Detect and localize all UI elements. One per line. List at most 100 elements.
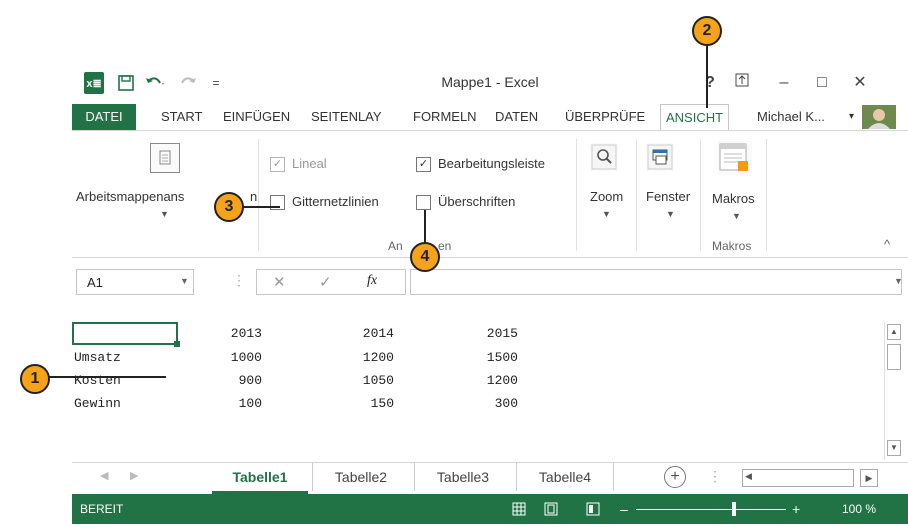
workbook-views-icon[interactable]: [150, 143, 180, 173]
formula-buttons: ✕ ✓ fx: [256, 269, 406, 295]
show-group-label-tail: en: [438, 239, 452, 253]
more-icon: ⋮: [708, 468, 722, 484]
tab-file[interactable]: DATEI: [72, 104, 136, 130]
sheet-tab-3[interactable]: Tabelle3: [414, 463, 511, 491]
callout-line: [424, 210, 426, 246]
zoom-in-icon[interactable]: +: [792, 494, 800, 524]
sheet-tab-1[interactable]: Tabelle1: [212, 463, 308, 494]
page-layout-view-icon[interactable]: [544, 494, 558, 524]
tab-data[interactable]: DATEN: [490, 104, 543, 130]
tab-review[interactable]: ÜBERPRÜFE: [560, 104, 650, 130]
gridlines-label: Gitternetzlinien: [292, 194, 379, 209]
sheet-tab-4[interactable]: Tabelle4: [516, 463, 614, 491]
grid-cell[interactable]: 2014: [334, 326, 394, 341]
grid-cell[interactable]: 100: [202, 396, 262, 411]
formula-bar-label: Bearbeitungsleiste: [438, 156, 545, 171]
grid-cell[interactable]: Umsatz: [74, 350, 121, 365]
ribbon-separator: [636, 139, 637, 251]
grid-cell[interactable]: 1500: [458, 350, 518, 365]
grid-cell[interactable]: Gewinn: [74, 396, 121, 411]
sheet-tab-bar: ◀ ▶ Tabelle1 Tabelle2 Tabelle3 Tabelle4 …: [72, 462, 908, 494]
grid-cell[interactable]: 2013: [202, 326, 262, 341]
macros-icon[interactable]: [718, 141, 752, 175]
close-icon[interactable]: ✕: [846, 72, 874, 94]
chevron-down-icon: ▼: [602, 209, 611, 219]
tab-view[interactable]: ANSICHT: [660, 104, 730, 131]
zoom-level[interactable]: 100 %: [842, 494, 876, 524]
macros-button-label[interactable]: Makros: [712, 191, 755, 206]
more-icon: ⋮: [232, 272, 246, 288]
prev-sheet-icon[interactable]: ◀: [100, 469, 108, 482]
help-icon[interactable]: ?: [696, 72, 724, 94]
collapse-ribbon-icon[interactable]: ^: [884, 237, 890, 252]
grid-cell[interactable]: 150: [334, 396, 394, 411]
grid-cell[interactable]: 1000: [202, 350, 262, 365]
headings-checkbox[interactable]: [416, 195, 431, 210]
zoom-out-icon[interactable]: –: [620, 494, 628, 524]
normal-view-icon[interactable]: [512, 494, 526, 524]
horizontal-scrollbar[interactable]: ◀: [742, 469, 854, 487]
avatar[interactable]: [862, 105, 896, 129]
scroll-left-icon[interactable]: ◀: [745, 471, 752, 482]
zoom-slider[interactable]: [636, 509, 786, 510]
headings-label: Überschriften: [438, 194, 516, 209]
sheet-tab-2[interactable]: Tabelle2: [312, 463, 409, 491]
ruler-label: Lineal: [292, 156, 327, 171]
callout-4: 4: [410, 242, 440, 272]
title-bar: x≣ = Mappe1 - Excel ? – □ ✕: [72, 64, 908, 104]
ribbon-view: Arbeitsmappenans n ▼ ✓ Lineal ✓ Bearbeit…: [72, 130, 908, 258]
minimize-icon[interactable]: –: [770, 72, 798, 94]
name-box[interactable]: A1: [76, 269, 194, 295]
ribbon-separator: [576, 139, 577, 251]
tab-start[interactable]: START: [156, 104, 207, 130]
ribbon-options-icon[interactable]: [728, 72, 756, 94]
name-box-chevron-icon[interactable]: ▼: [180, 276, 189, 286]
grid-cell[interactable]: 300: [458, 396, 518, 411]
worksheet-grid[interactable]: 2013 2014 2015 Umsatz 1000 1200 1500 Kos…: [72, 322, 884, 460]
excel-window: x≣ = Mappe1 - Excel ? – □ ✕ DATEI START …: [72, 64, 908, 524]
window-label[interactable]: Fenster: [646, 189, 690, 204]
next-sheet-icon[interactable]: ▶: [130, 469, 138, 482]
user-name[interactable]: Michael K...: [752, 104, 830, 130]
zoom-slider-thumb[interactable]: [732, 502, 736, 516]
chevron-down-icon: ▼: [160, 209, 169, 219]
callout-line: [48, 376, 166, 378]
page-break-view-icon[interactable]: [586, 494, 600, 524]
callout-3: 3: [214, 192, 244, 222]
chevron-down-icon: ▼: [732, 211, 741, 221]
grid-cell[interactable]: 1200: [458, 373, 518, 388]
window-icon[interactable]: [646, 143, 674, 171]
scroll-up-icon[interactable]: ▲: [887, 324, 901, 340]
insert-function-icon[interactable]: fx: [367, 273, 377, 289]
grid-cell[interactable]: 1200: [334, 350, 394, 365]
ruler-checkbox[interactable]: ✓: [270, 157, 285, 172]
grid-cell[interactable]: 1050: [334, 373, 394, 388]
add-sheet-icon[interactable]: +: [664, 466, 686, 488]
fill-handle[interactable]: [174, 341, 180, 347]
expand-formula-bar-icon[interactable]: ▼: [894, 276, 903, 286]
cancel-icon[interactable]: ✕: [273, 273, 286, 291]
workbook-views-label[interactable]: Arbeitsmappenans: [76, 189, 184, 204]
callout-1: 1: [20, 364, 50, 394]
vertical-scrollbar[interactable]: ▲ ▼: [884, 322, 903, 460]
maximize-icon[interactable]: □: [808, 72, 836, 94]
tab-formulas[interactable]: FORMELN: [408, 104, 482, 130]
ribbon-tab-bar: DATEI START EINFÜGEN SEITENLAY FORMELN D…: [72, 104, 908, 131]
status-bar: BEREIT – + 100 %: [72, 494, 908, 524]
tab-insert[interactable]: EINFÜGEN: [218, 104, 295, 130]
formula-input[interactable]: [410, 269, 902, 295]
grid-cell[interactable]: 2015: [458, 326, 518, 341]
user-chevron-icon[interactable]: ▾: [844, 104, 859, 130]
formula-bar-checkbox[interactable]: ✓: [416, 157, 431, 172]
zoom-icon[interactable]: [590, 143, 618, 171]
chevron-down-icon: ▼: [666, 209, 675, 219]
active-cell-a1[interactable]: [72, 322, 180, 347]
zoom-label[interactable]: Zoom: [590, 189, 623, 204]
scroll-right-icon[interactable]: ▶: [860, 469, 878, 487]
enter-icon[interactable]: ✓: [319, 273, 332, 291]
tab-page-layout[interactable]: SEITENLAY: [306, 104, 387, 130]
grid-cell[interactable]: 900: [202, 373, 262, 388]
scroll-down-icon[interactable]: ▼: [887, 440, 901, 456]
ribbon-separator: [700, 139, 701, 251]
scroll-thumb[interactable]: [887, 344, 901, 370]
